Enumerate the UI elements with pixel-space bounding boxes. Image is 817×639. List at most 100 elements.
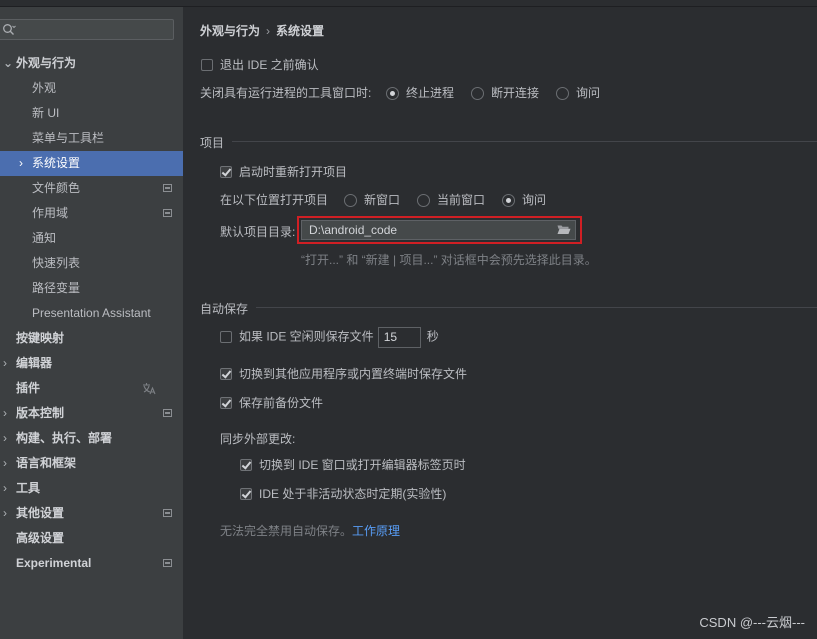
sidebar-item-system-settings[interactable]: › 系统设置 bbox=[0, 151, 183, 176]
sidebar-item-label: 作用域 bbox=[32, 206, 69, 220]
how-it-works-link[interactable]: 工作原理 bbox=[352, 524, 400, 538]
sidebar-item-label: 版本控制 bbox=[16, 406, 65, 420]
save-on-idle-checkbox[interactable] bbox=[220, 330, 232, 343]
checkbox-box[interactable] bbox=[220, 166, 232, 178]
open-project-in-label: 在以下位置打开项目 bbox=[220, 191, 328, 208]
default-dir-label: 默认项目目录: bbox=[220, 223, 295, 240]
radio-current-window[interactable]: 当前窗口 bbox=[417, 191, 485, 208]
sidebar-item-label: 路径变量 bbox=[32, 281, 81, 295]
sync-periodic-checkbox[interactable]: IDE 处于非活动状态时定期(实验性) bbox=[240, 485, 446, 502]
sidebar-item-new-ui[interactable]: 新 UI bbox=[0, 101, 183, 126]
sync-external-label: 同步外部更改: bbox=[220, 430, 295, 447]
default-project-dir-field[interactable]: D:\android_code bbox=[301, 220, 576, 240]
checkbox-box[interactable] bbox=[240, 488, 252, 500]
save-on-switch-label: 切换到其他应用程序或内置终端时保存文件 bbox=[239, 367, 468, 381]
checkbox-box[interactable] bbox=[220, 368, 232, 380]
watermark: CSDN @---云烟--- bbox=[699, 615, 805, 630]
sidebar-item-label: 快速列表 bbox=[32, 256, 81, 270]
project-level-icon bbox=[163, 409, 172, 417]
checkbox-box[interactable] bbox=[220, 397, 232, 409]
sidebar-item-tools[interactable]: › 工具 bbox=[0, 476, 183, 501]
settings-sidebar: ⌄ 外观与行为 外观 新 UI 菜单与工具栏 › 系统设置 文件颜色 作用域 通… bbox=[0, 7, 183, 639]
folder-open-icon[interactable] bbox=[557, 224, 571, 235]
sync-periodic-label: IDE 处于非活动状态时定期(实验性) bbox=[259, 487, 447, 501]
reopen-projects-checkbox[interactable]: 启动时重新打开项目 bbox=[220, 163, 347, 180]
radio-circle[interactable] bbox=[417, 194, 430, 207]
sidebar-item-appearance[interactable]: 外观 bbox=[0, 76, 183, 101]
sidebar-item-label: 文件颜色 bbox=[32, 181, 81, 195]
radio-label: 询问 bbox=[576, 86, 601, 100]
sidebar-item-presentation-assistant[interactable]: Presentation Assistant bbox=[0, 301, 183, 326]
radio-terminate-process[interactable]: 终止进程 bbox=[386, 84, 454, 101]
save-on-switch-checkbox[interactable]: 切换到其他应用程序或内置终端时保存文件 bbox=[220, 365, 467, 382]
backup-before-save-checkbox[interactable]: 保存前备份文件 bbox=[220, 394, 323, 411]
settings-search-input[interactable] bbox=[0, 19, 174, 40]
highlight-box: D:\android_code bbox=[297, 216, 582, 244]
sidebar-item-label: 外观与行为 bbox=[16, 56, 77, 70]
chevron-right-icon: › bbox=[3, 431, 7, 445]
checkbox-box[interactable] bbox=[201, 59, 213, 71]
sidebar-item-quick-lists[interactable]: 快速列表 bbox=[0, 251, 183, 276]
radio-circle[interactable] bbox=[556, 87, 569, 100]
radio-circle[interactable] bbox=[344, 194, 357, 207]
radio-label: 当前窗口 bbox=[437, 193, 486, 207]
sidebar-item-other-settings[interactable]: › 其他设置 bbox=[0, 501, 183, 526]
project-level-icon bbox=[163, 184, 172, 192]
sidebar-item-label: 语言和框架 bbox=[16, 456, 77, 470]
sidebar-item-label: 插件 bbox=[16, 381, 41, 395]
breadcrumb: 外观与行为 › 系统设置 bbox=[200, 22, 324, 39]
autosave-note: 无法完全禁用自动保存。工作原理 bbox=[220, 522, 400, 539]
radio-ask-open[interactable]: 询问 bbox=[502, 191, 546, 208]
project-level-icon bbox=[163, 559, 172, 567]
sidebar-item-experimental[interactable]: Experimental bbox=[0, 551, 183, 576]
radio-label: 询问 bbox=[522, 193, 547, 207]
sidebar-item-label: 工具 bbox=[16, 481, 41, 495]
sidebar-item-label: 菜单与工具栏 bbox=[32, 131, 105, 145]
default-dir-text: 默认项目目录: bbox=[220, 225, 296, 239]
checkbox-box[interactable] bbox=[240, 459, 252, 471]
radio-circle[interactable] bbox=[386, 87, 399, 100]
project-level-icon bbox=[163, 209, 172, 217]
sidebar-item-label: 外观 bbox=[32, 81, 57, 95]
sidebar-item-label: 系统设置 bbox=[32, 156, 81, 170]
breadcrumb-separator: › bbox=[266, 24, 271, 38]
radio-circle[interactable] bbox=[471, 87, 484, 100]
chevron-right-icon: › bbox=[19, 156, 23, 170]
sidebar-item-path-variables[interactable]: 路径变量 bbox=[0, 276, 183, 301]
backup-before-save-label: 保存前备份文件 bbox=[239, 396, 324, 410]
sidebar-item-label: Experimental bbox=[16, 556, 92, 570]
radio-new-window[interactable]: 新窗口 bbox=[344, 191, 400, 208]
search-icon bbox=[3, 24, 16, 35]
sidebar-item-label: 通知 bbox=[32, 231, 57, 245]
settings-content: 外观与行为 › 系统设置 退出 IDE 之前确认 关闭具有运行进程的工具窗口时: 终… bbox=[183, 7, 817, 639]
autosave-section-header: 自动保存 bbox=[200, 300, 817, 317]
translate-icon bbox=[143, 383, 156, 395]
confirm-exit-checkbox[interactable]: 退出 IDE 之前确认 bbox=[201, 56, 319, 73]
sidebar-item-build-execution-deployment[interactable]: › 构建、执行、部署 bbox=[0, 426, 183, 451]
sidebar-item-languages-frameworks[interactable]: › 语言和框架 bbox=[0, 451, 183, 476]
sidebar-item-label: 按键映射 bbox=[16, 331, 65, 345]
open-project-in-text: 在以下位置打开项目 bbox=[220, 193, 329, 207]
sidebar-item-file-colors[interactable]: 文件颜色 bbox=[0, 176, 183, 201]
sync-on-switch-checkbox[interactable]: 切换到 IDE 窗口或打开编辑器标签页时 bbox=[240, 456, 466, 473]
radio-label: 终止进程 bbox=[406, 86, 455, 100]
radio-label: 新窗口 bbox=[364, 193, 401, 207]
radio-circle[interactable] bbox=[502, 194, 515, 207]
sidebar-item-notifications[interactable]: 通知 bbox=[0, 226, 183, 251]
radio-disconnect[interactable]: 断开连接 bbox=[471, 84, 539, 101]
chevron-right-icon: › bbox=[3, 406, 7, 420]
sidebar-item-appearance-behavior[interactable]: ⌄ 外观与行为 bbox=[0, 51, 183, 76]
sidebar-item-version-control[interactable]: › 版本控制 bbox=[0, 401, 183, 426]
radio-ask[interactable]: 询问 bbox=[556, 84, 600, 101]
chevron-right-icon: › bbox=[3, 356, 7, 370]
sidebar-item-keymap[interactable]: 按键映射 bbox=[0, 326, 183, 351]
sidebar-item-label: 编辑器 bbox=[16, 356, 53, 370]
sidebar-item-plugins[interactable]: 插件 bbox=[0, 376, 183, 401]
sync-external-text: 同步外部更改: bbox=[220, 432, 296, 446]
save-on-idle-row: 如果 IDE 空闲则保存文件 15 秒 bbox=[220, 327, 439, 348]
sidebar-item-menus-toolbars[interactable]: 菜单与工具栏 bbox=[0, 126, 183, 151]
sidebar-item-advanced-settings[interactable]: 高级设置 bbox=[0, 526, 183, 551]
sidebar-item-editor[interactable]: › 编辑器 bbox=[0, 351, 183, 376]
sidebar-item-scopes[interactable]: 作用域 bbox=[0, 201, 183, 226]
idle-seconds-input[interactable]: 15 bbox=[377, 327, 421, 348]
